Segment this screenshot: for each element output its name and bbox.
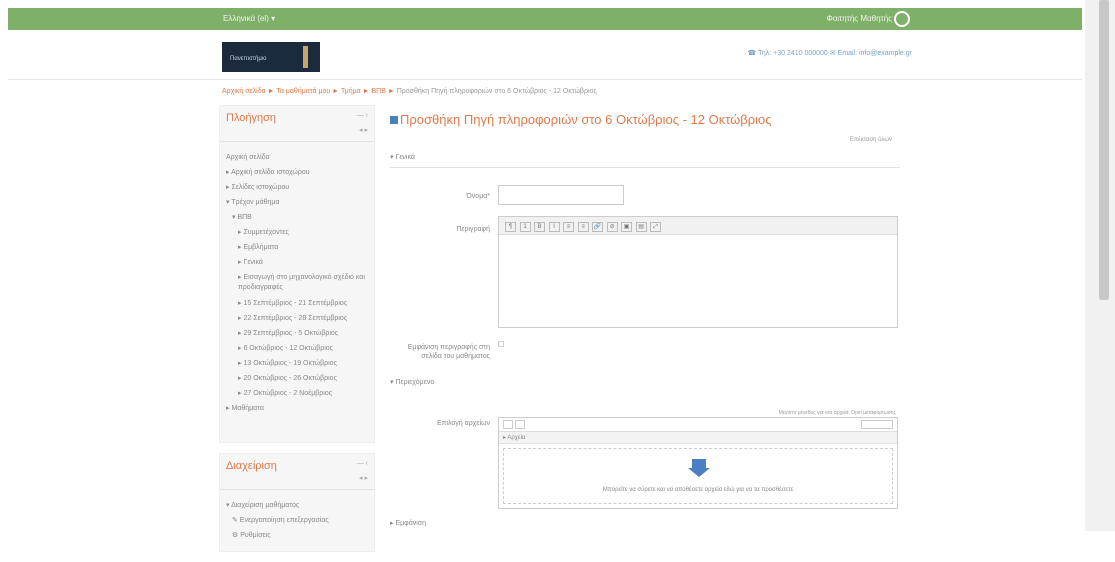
language-menu[interactable]: Ελληνικά (el) ▾: [223, 14, 275, 23]
navigation-tree: Αρχική σελίδα ▸ Αρχική σελίδα ιστοχώρου …: [220, 142, 374, 442]
editor-button[interactable]: ▤: [635, 222, 647, 232]
editor-button[interactable]: ≡: [577, 222, 589, 232]
description-editor[interactable]: ¶ 1 B I ≡ ≡ 🔗 ⊘ ▣ ▤ ⤢: [498, 216, 898, 328]
admin-item[interactable]: ⚙ Ρυθμίσεις: [226, 528, 368, 543]
nav-item[interactable]: ▸ Εμβλήματα: [226, 240, 368, 255]
view-mode-icon[interactable]: [861, 420, 893, 429]
block-move-controls[interactable]: ◂ ▸: [359, 474, 368, 482]
nav-item[interactable]: ▸ Αρχική σελίδα ιστοχώρου: [226, 165, 368, 180]
breadcrumb-current: Προσθήκη Πηγή πληροφοριών στο 6 Οκτώβριο…: [396, 88, 597, 95]
nav-item[interactable]: ▸ Γενικά: [226, 255, 368, 270]
admin-item[interactable]: ✎ Ενεργοποίηση επεξεργασίας: [226, 513, 368, 528]
site-logo[interactable]: Πανεπιστήμιο: [222, 42, 320, 72]
user-avatar-icon[interactable]: [894, 11, 910, 27]
breadcrumb-path[interactable]: Αρχική σελίδα ► Τα μαθήματά μου ► Τμήμα …: [222, 88, 397, 95]
create-folder-icon[interactable]: [515, 420, 525, 429]
editor-button[interactable]: ⤢: [650, 222, 662, 232]
block-move-controls[interactable]: ◂ ▸: [359, 126, 368, 134]
select-files-label: Επιλογή αρχείων: [436, 420, 490, 427]
max-size-note: Μέγιστο μέγεθος για νέα αρχεία: Όριο μετ…: [778, 410, 896, 416]
block-controls[interactable]: — ‹: [357, 112, 368, 119]
nav-item[interactable]: ▸ Εισαγωγή στο μηχανολογικό σχέδιο και π…: [226, 273, 368, 293]
nav-item[interactable]: ▸ 29 Σεπτέμβριος - 5 Οκτώβριος: [226, 326, 368, 341]
editor-button[interactable]: ▣: [621, 222, 633, 232]
nav-item[interactable]: ▾ Τρέχον μάθημα: [226, 195, 368, 210]
section-appearance-header[interactable]: ▸ Εμφάνιση: [390, 519, 426, 527]
show-description-checkbox[interactable]: [498, 341, 504, 347]
editor-button[interactable]: 🔗: [592, 222, 604, 232]
add-file-icon[interactable]: [503, 420, 513, 429]
navigation-block: Πλοήγηση — ‹ ◂ ▸ Αρχική σελίδα ▸ Αρχική …: [219, 105, 375, 443]
nav-item[interactable]: ▸ Σελίδες ιστοχώρου: [226, 180, 368, 195]
sidebar: Πλοήγηση — ‹ ◂ ▸ Αρχική σελίδα ▸ Αρχική …: [219, 105, 375, 562]
nav-item[interactable]: ▸ 13 Οκτώβριος - 19 Οκτώβριος: [226, 356, 368, 371]
show-description-label: Εμφάνιση περιγραφής στη σελίδα του μαθήμ…: [407, 344, 490, 360]
nav-item[interactable]: ▸ 20 Οκτώβριος - 26 Οκτώβριος: [226, 371, 368, 386]
editor-button[interactable]: B: [534, 222, 546, 232]
editor-button[interactable]: 1: [519, 222, 531, 232]
drop-zone[interactable]: Μπορείτε να σύρετε και να αποθέσετε αρχε…: [503, 448, 893, 504]
nav-item[interactable]: ▸ 15 Σεπτέμβριος - 21 Σεπτέμβριος: [226, 296, 368, 311]
administration-tree: ▾ Διαχείριση μαθήματος ✎ Ενεργοποίηση επ…: [220, 490, 374, 551]
nav-item[interactable]: ▸ 22 Σεπτέμβριος - 28 Σεπτέμβριος: [226, 311, 368, 326]
editor-button[interactable]: I: [548, 222, 560, 232]
breadcrumb: Αρχική σελίδα ► Τα μαθήματά μου ► Τμήμα …: [222, 88, 597, 95]
nav-item[interactable]: ▸ Μαθήματα: [226, 401, 368, 416]
nav-item[interactable]: ▸ 6 Οκτώβριος - 12 Οκτώβριος: [226, 341, 368, 356]
administration-block: Διαχείριση — ‹ ◂ ▸ ▾ Διαχείριση μαθήματο…: [219, 453, 375, 552]
top-navbar: Ελληνικά (el) ▾ Φοιτητής Μαθητής: [8, 8, 1082, 30]
section-content-header[interactable]: ▾ Περιεχόμενο: [390, 378, 434, 386]
scrollbar[interactable]: [1085, 0, 1115, 531]
editor-toolbar: ¶ 1 B I ≡ ≡ 🔗 ⊘ ▣ ▤ ⤢: [499, 217, 897, 235]
scrollbar-thumb[interactable]: [1099, 0, 1109, 300]
block-controls[interactable]: — ‹: [357, 460, 368, 467]
page-title: Προσθήκη Πηγή πληροφοριών στο 6 Οκτώβριο…: [390, 112, 772, 127]
contact-info: ☎ Τηλ: +30 2410 000000 ✉ Email: info@exa…: [747, 50, 912, 57]
editor-button[interactable]: ¶: [505, 222, 516, 232]
resource-icon: [390, 116, 398, 124]
divider: [390, 167, 900, 168]
name-label: Όνομα*: [466, 193, 490, 200]
editor-button[interactable]: ⊘: [606, 222, 618, 232]
administration-block-title: Διαχείριση: [226, 460, 277, 472]
nav-item[interactable]: ▸ 27 Οκτώβριος - 2 Νοέμβριος: [226, 386, 368, 401]
name-input[interactable]: [498, 185, 624, 205]
file-picker-toolbar: [499, 418, 897, 432]
editor-button[interactable]: ≡: [563, 222, 575, 232]
nav-item[interactable]: Αρχική σελίδα: [226, 150, 368, 165]
admin-item[interactable]: ▾ Διαχείριση μαθήματος: [226, 498, 368, 513]
user-menu[interactable]: Φοιτητής Μαθητής: [826, 14, 892, 23]
page-header: Πανεπιστήμιο ☎ Τηλ: +30 2410 000000 ✉ Em…: [8, 30, 1082, 80]
file-picker[interactable]: ▸ Αρχεία Μπορείτε να σύρετε και να αποθέ…: [498, 417, 898, 509]
nav-item[interactable]: ▸ Συμμετέχοντες: [226, 225, 368, 240]
section-general-header[interactable]: ▾ Γενικά: [390, 153, 415, 161]
drop-hint: Μπορείτε να σύρετε και να αποθέσετε αρχε…: [602, 487, 794, 493]
file-path[interactable]: ▸ Αρχεία: [499, 432, 897, 444]
description-label: Περιγραφή: [456, 226, 490, 233]
nav-item[interactable]: ▾ ΒΠΒ: [226, 210, 368, 225]
expand-all-link[interactable]: Επέκταση όλων: [850, 137, 892, 143]
navigation-block-title: Πλοήγηση: [226, 112, 277, 124]
